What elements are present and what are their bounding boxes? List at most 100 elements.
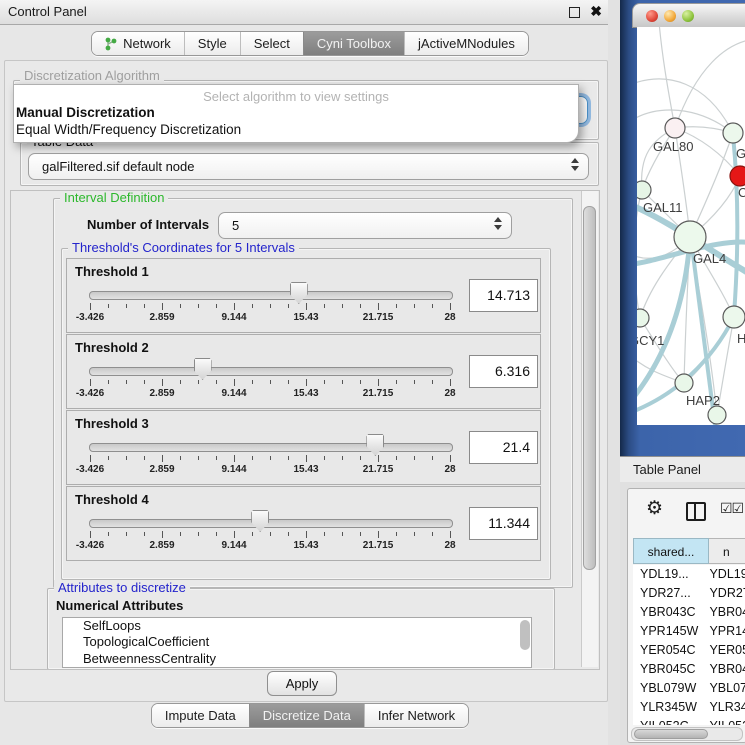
network-node-gal4[interactable] [674, 221, 706, 253]
network-node-gal11[interactable] [637, 181, 651, 199]
table-row[interactable]: YLR345WYLR345W [633, 698, 745, 717]
tab-jactivemnodules[interactable]: jActiveMNodules [404, 32, 528, 55]
table-row[interactable]: YDR27...YDR27... [633, 584, 745, 603]
network-window-titlebar[interactable] [632, 3, 745, 28]
table-cell-shared-name[interactable]: YLR345W [633, 698, 709, 717]
threshold-label: Threshold 2 [75, 340, 149, 355]
float-window-icon[interactable] [569, 7, 580, 18]
slider-tick-label: 21.715 [356, 540, 400, 551]
network-node-gal80[interactable] [665, 118, 685, 138]
panel-divider[interactable] [608, 0, 620, 745]
table-cell-name[interactable]: YPR145W [709, 622, 745, 641]
algorithm-option-equal-width-frequency-discretization[interactable]: Equal Width/Frequency Discretization [14, 121, 578, 138]
list-scrollbar-thumb[interactable] [520, 620, 530, 650]
network-node-gal[interactable] [723, 123, 743, 143]
table-data-combobox[interactable]: galFiltered.sif default node [28, 153, 589, 180]
table-cell-name[interactable]: YDL19... [709, 565, 745, 584]
tab-impute-data[interactable]: Impute Data [152, 704, 249, 727]
column-header-name[interactable]: n [709, 538, 745, 564]
stepper-arrows-icon [494, 217, 502, 230]
table-cell-shared-name[interactable]: YPR145W [633, 622, 709, 641]
attribute-item-betweennesscentrality[interactable]: BetweennessCentrality [63, 651, 531, 667]
column-header-shared[interactable]: shared... [633, 538, 709, 564]
network-canvas[interactable]: GAL80 GAL C GAL11 GAL4 GCY1 H HAP2 [637, 27, 745, 425]
slider-track[interactable] [89, 519, 453, 528]
tab-infer-network[interactable]: Infer Network [364, 704, 468, 727]
network-node-hap2[interactable] [675, 374, 693, 392]
number-of-intervals-combobox[interactable]: 5 [218, 212, 512, 239]
threshold-value-field[interactable]: 6.316 [469, 355, 538, 388]
attribute-item-selfloops[interactable]: SelfLoops [63, 618, 531, 634]
table-cell-name[interactable]: YER054C [709, 641, 745, 660]
network-node-h[interactable] [723, 306, 745, 328]
threshold-value-field[interactable]: 21.4 [469, 431, 538, 464]
zoom-traffic-light-icon[interactable] [682, 10, 694, 22]
slider-tick-label: 15.43 [284, 388, 328, 399]
split-view-icon[interactable] [686, 502, 706, 521]
tab-cyni-toolbox[interactable]: Cyni Toolbox [303, 32, 404, 55]
table-row[interactable]: YER054CYER054C [633, 641, 745, 660]
table-cell-shared-name[interactable]: YDR27... [633, 584, 709, 603]
slider-tick-label: 15.43 [284, 312, 328, 323]
slider-tick [252, 380, 253, 384]
tab-discretize-data[interactable]: Discretize Data [249, 704, 364, 727]
threshold-value-field[interactable]: 11.344 [469, 507, 538, 540]
network-node-red[interactable] [730, 166, 745, 186]
table-cell-shared-name[interactable]: YDL19... [633, 565, 709, 584]
table-cell-name[interactable]: YBR045C [709, 660, 745, 679]
gear-icon[interactable]: ⚙ [646, 497, 663, 520]
network-node-bottom[interactable] [708, 406, 726, 424]
slider-tick [162, 455, 163, 462]
table-cell-shared-name[interactable]: YIL052C [633, 717, 709, 725]
table-row[interactable]: YBR045CYBR045C [633, 660, 745, 679]
table-row[interactable]: YIL052CYIL052C [633, 717, 745, 725]
slider-tick [126, 456, 127, 460]
slider-tick [306, 531, 307, 538]
table-row[interactable]: YPR145WYPR145W [633, 622, 745, 641]
table-cell-name[interactable]: YBL079W [709, 679, 745, 698]
slider-tick-label: 2.859 [140, 464, 184, 475]
table-row[interactable]: YBL079WYBL079W [633, 679, 745, 698]
slider-tick [126, 532, 127, 536]
table-cell-name[interactable]: YLR345W [709, 698, 745, 717]
network-node-gcy1[interactable] [637, 309, 649, 327]
table-cell-name[interactable]: YBR043C [709, 603, 745, 622]
minimize-traffic-light-icon[interactable] [664, 10, 676, 22]
slider-track[interactable] [89, 443, 453, 452]
table-row[interactable]: YBR043CYBR043C [633, 603, 745, 622]
slider-thumb[interactable] [366, 434, 384, 456]
table-cell-shared-name[interactable]: YBR043C [633, 603, 709, 622]
numerical-attributes-label: Numerical Attributes [56, 598, 183, 613]
close-icon[interactable]: ✖ [590, 3, 602, 20]
tab-network[interactable]: Network [92, 32, 184, 55]
numerical-attributes-list[interactable]: SelfLoopsTopologicalCoefficientBetweenne… [62, 617, 532, 668]
table-row[interactable]: YDL19...YDL19... [633, 565, 745, 584]
node-label: GAL80 [653, 139, 693, 154]
slider-tick [126, 380, 127, 384]
close-traffic-light-icon[interactable] [646, 10, 658, 22]
slider-tick-label: 28 [428, 464, 472, 475]
slider-tick [324, 304, 325, 308]
table-cell-shared-name[interactable]: YER054C [633, 641, 709, 660]
horizontal-scrollbar-thumb[interactable] [634, 729, 708, 739]
attribute-item-topologicalcoefficient[interactable]: TopologicalCoefficient [63, 634, 531, 650]
slider-thumb[interactable] [290, 282, 308, 304]
tab-style[interactable]: Style [184, 32, 240, 55]
slider-track[interactable] [89, 291, 453, 300]
table-cell-name[interactable]: YIL052C [709, 717, 745, 725]
algorithm-option-manual-discretization[interactable]: Manual Discretization [14, 104, 578, 121]
table-cell-shared-name[interactable]: YBR045C [633, 660, 709, 679]
vertical-scrollbar-thumb[interactable] [583, 206, 596, 570]
table-cell-name[interactable]: YDR27... [709, 584, 745, 603]
slider-track[interactable] [89, 367, 453, 376]
checkbox-icons[interactable]: ☑☑ [720, 500, 743, 517]
tab-select[interactable]: Select [240, 32, 303, 55]
slider-thumb[interactable] [251, 510, 269, 532]
horizontal-scrollbar[interactable] [631, 727, 743, 741]
apply-button[interactable]: Apply [267, 671, 337, 696]
threshold-value-field[interactable]: 14.713 [469, 279, 538, 312]
slider-thumb[interactable] [194, 358, 212, 380]
slider-tick [342, 456, 343, 460]
tab-label: Style [198, 36, 227, 51]
table-cell-shared-name[interactable]: YBL079W [633, 679, 709, 698]
